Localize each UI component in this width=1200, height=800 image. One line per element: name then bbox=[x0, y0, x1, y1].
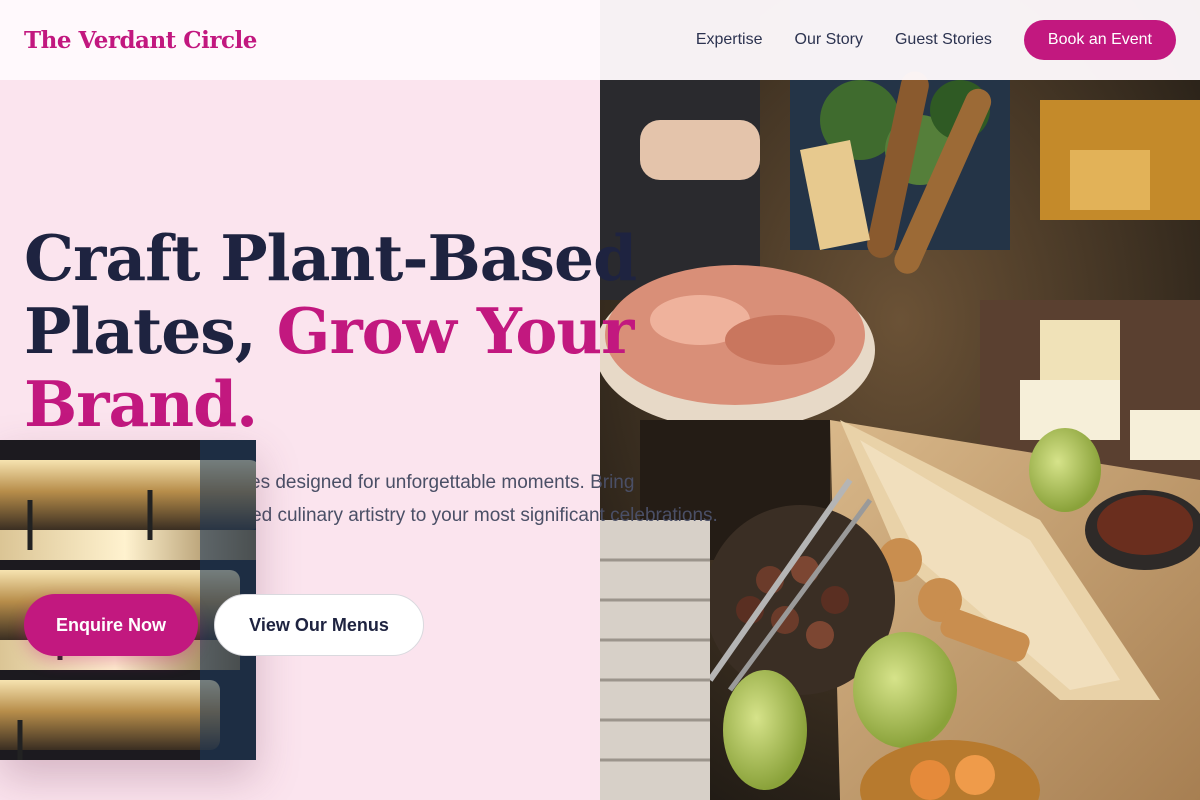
nav-link-expertise[interactable]: Expertise bbox=[696, 31, 763, 49]
headline-line-2-accent: Grow Your bbox=[276, 294, 635, 368]
grazing-table-photo bbox=[600, 0, 1200, 800]
nav-link-our-story[interactable]: Our Story bbox=[795, 31, 863, 49]
enquire-now-button[interactable]: Enquire Now bbox=[24, 594, 198, 656]
hero-headline: Craft Plant-Based Plates, Grow Your Bran… bbox=[24, 222, 664, 441]
site-logo[interactable]: The Verdant Circle bbox=[24, 27, 257, 54]
main-nav: Expertise Our Story Guest Stories Book a… bbox=[664, 20, 1176, 60]
site-header: The Verdant Circle Expertise Our Story G… bbox=[0, 0, 1200, 80]
book-event-button[interactable]: Book an Event bbox=[1023, 20, 1176, 60]
headline-line-2-plain: Plates, bbox=[24, 294, 277, 368]
headline-line-1: Craft Plant-Based bbox=[24, 221, 637, 295]
view-menus-button[interactable]: View Our Menus bbox=[214, 594, 424, 656]
nav-link-guest-stories[interactable]: Guest Stories bbox=[895, 31, 992, 49]
headline-line-3-accent: Brand. bbox=[24, 367, 258, 441]
